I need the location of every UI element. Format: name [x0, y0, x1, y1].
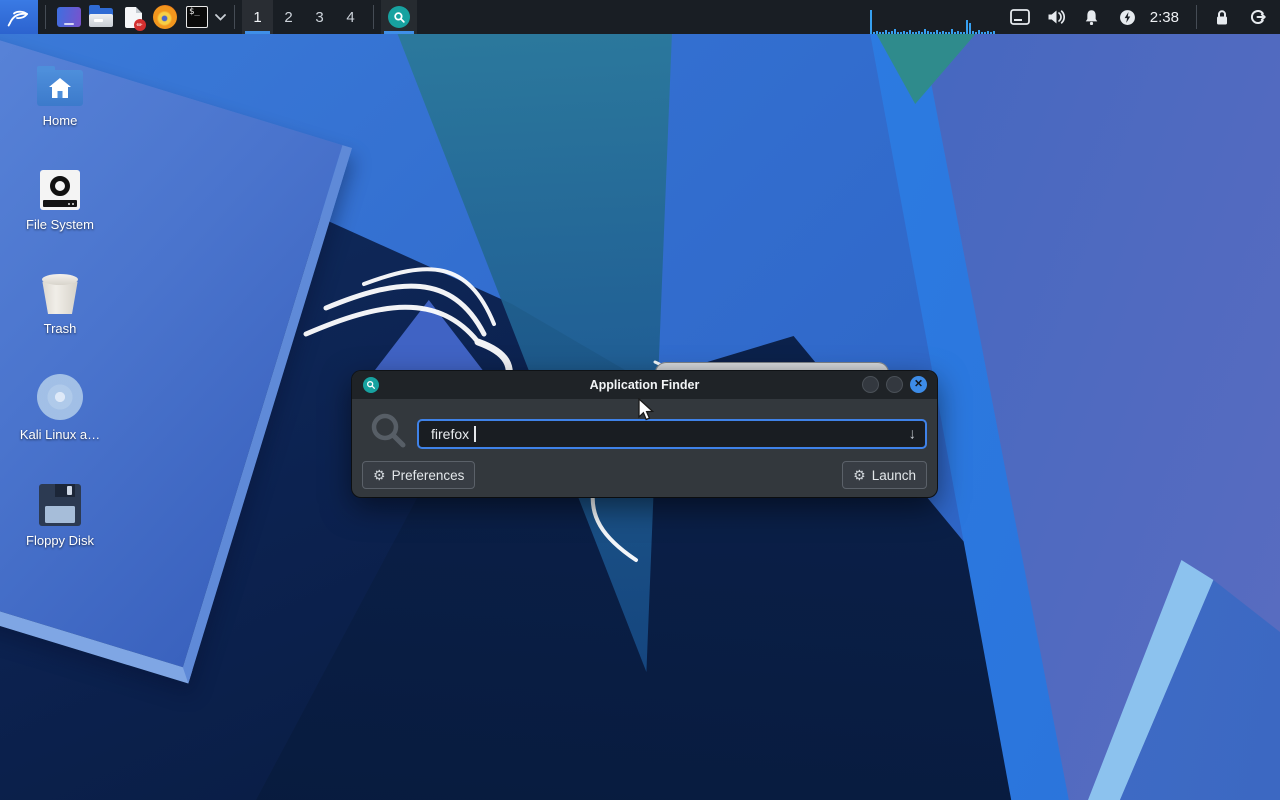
lock-icon — [1217, 9, 1227, 24]
home-folder-icon — [37, 66, 83, 106]
desktop-icon-label: Kali Linux a… — [19, 427, 101, 442]
desktop-icon-trash[interactable]: Trash — [12, 262, 108, 336]
launch-button[interactable]: ⚙ Launch — [842, 461, 927, 489]
desktop-icon-home[interactable]: Home — [12, 54, 108, 128]
firefox-icon — [153, 5, 177, 29]
lock-screen-button[interactable] — [1204, 0, 1240, 34]
workspace-4[interactable]: 4 — [335, 0, 366, 34]
power-manager-icon — [1120, 9, 1136, 25]
terminal-icon: $_ — [186, 6, 208, 28]
launcher-text-editor[interactable]: ✎ — [117, 0, 149, 34]
volume-control[interactable] — [1038, 0, 1074, 34]
file-manager-icon — [89, 4, 113, 27]
taskbar-application-finder[interactable] — [381, 0, 417, 34]
application-finder-window: Application Finder ✕ firefox ↓ ⚙ Prefere… — [352, 371, 937, 497]
preferences-button-label: Preferences — [391, 467, 465, 483]
desktop-icon-kali-cdrom[interactable]: Kali Linux a… — [12, 368, 108, 442]
kali-dragon-icon — [7, 10, 28, 27]
launch-button-label: Launch — [871, 467, 916, 483]
workspace-2[interactable]: 2 — [273, 0, 304, 34]
clock[interactable]: 2:38 — [1146, 9, 1189, 26]
search-icon — [369, 411, 409, 456]
notification-bell-icon — [1086, 9, 1098, 25]
panel-separator — [1196, 5, 1197, 29]
panel-separator — [234, 5, 235, 29]
panel-separator — [45, 5, 46, 29]
chevron-down-icon — [214, 13, 226, 21]
desktop-icon — [57, 7, 81, 27]
floppy-icon — [39, 484, 81, 526]
text-caret — [474, 426, 476, 442]
desktop-icon-file-system[interactable]: File System — [12, 158, 108, 232]
touchpad-icon — [1009, 9, 1030, 25]
window-title: Application Finder — [589, 378, 700, 392]
workspace-3[interactable]: 3 — [304, 0, 335, 34]
titlebar[interactable]: Application Finder ✕ — [352, 371, 937, 399]
logout-icon — [1251, 10, 1266, 24]
launcher-firefox[interactable] — [149, 0, 181, 34]
mouse-cursor — [638, 398, 655, 421]
desktop-icon-label: Trash — [43, 321, 77, 336]
desktop-icon-label: Home — [42, 113, 78, 128]
app-finder-icon — [388, 6, 410, 28]
gear-icon: ⚙ — [373, 467, 386, 483]
cdrom-icon — [37, 374, 83, 420]
text-editor-icon: ✎ — [124, 6, 146, 31]
launcher-desktop[interactable] — [53, 0, 85, 34]
maximize-button[interactable] — [886, 376, 903, 393]
power-manager[interactable] — [1110, 0, 1146, 34]
search-input-value: firefox — [431, 426, 470, 442]
launcher-file-manager[interactable] — [85, 0, 117, 34]
volume-icon — [1048, 10, 1065, 24]
launcher-terminal[interactable]: $_ — [181, 0, 213, 34]
panel-separator — [373, 5, 374, 29]
logout-button[interactable] — [1240, 0, 1276, 34]
desktop-icon-floppy[interactable]: Floppy Disk — [12, 474, 108, 548]
app-finder-icon — [363, 377, 379, 393]
applications-menu-button[interactable] — [0, 0, 38, 34]
launch-gear-icon: ⚙ — [853, 467, 866, 483]
minimize-button[interactable] — [862, 376, 879, 393]
search-input[interactable]: firefox ↓ — [417, 419, 927, 449]
trash-icon — [40, 274, 80, 314]
close-button[interactable]: ✕ — [910, 376, 927, 393]
preferences-button[interactable]: ⚙ Preferences — [362, 461, 476, 489]
drive-icon — [40, 170, 80, 210]
touchpad-indicator[interactable] — [1002, 0, 1038, 34]
terminal-dropdown[interactable] — [213, 0, 227, 34]
desktop-icon-label: Floppy Disk — [26, 533, 94, 548]
notifications[interactable] — [1074, 0, 1110, 34]
desktop-icon-label: File System — [26, 217, 94, 232]
cpu-graph[interactable] — [869, 4, 1002, 34]
workspace-1[interactable]: 1 — [242, 0, 273, 34]
top-panel: ✎ $_ 1 2 3 4 2:38 — [0, 0, 1280, 34]
dropdown-arrow-icon[interactable]: ↓ — [909, 426, 917, 443]
